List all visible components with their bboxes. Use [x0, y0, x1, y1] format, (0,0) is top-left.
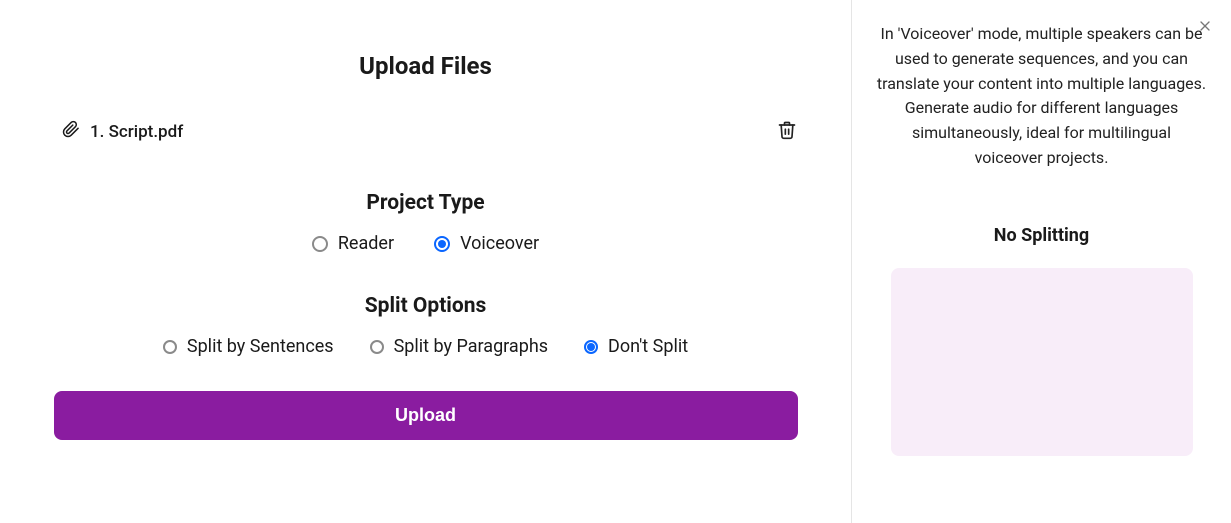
- delete-file-button[interactable]: [773, 116, 801, 147]
- file-row: 1. Script.pdf: [24, 116, 827, 147]
- radio-icon: [370, 340, 384, 354]
- radio-label: Don't Split: [608, 336, 688, 357]
- voiceover-info-text: In 'Voiceover' mode, multiple speakers c…: [872, 22, 1211, 171]
- radio-option-reader[interactable]: Reader: [312, 233, 394, 254]
- file-label: 1. Script.pdf: [90, 122, 183, 142]
- main-panel: Upload Files 1. Script.pdf Project Type …: [0, 0, 851, 523]
- split-options-heading: Split Options: [24, 294, 827, 318]
- radio-icon: [434, 236, 450, 252]
- radio-option-voiceover[interactable]: Voiceover: [434, 233, 539, 254]
- close-sidebar-button[interactable]: [1193, 14, 1217, 41]
- close-icon: [1197, 22, 1213, 37]
- info-sidebar: In 'Voiceover' mode, multiple speakers c…: [851, 0, 1231, 523]
- radio-label: Reader: [338, 233, 394, 254]
- project-type-heading: Project Type: [24, 191, 827, 215]
- radio-icon: [312, 236, 328, 252]
- trash-icon: [777, 120, 797, 143]
- radio-icon: [163, 340, 177, 354]
- page-title: Upload Files: [24, 52, 827, 80]
- upload-button[interactable]: Upload: [54, 391, 798, 440]
- radio-option-split-sentences[interactable]: Split by Sentences: [163, 336, 334, 357]
- no-splitting-heading: No Splitting: [872, 225, 1211, 246]
- radio-label: Voiceover: [460, 233, 539, 254]
- radio-option-split-paragraphs[interactable]: Split by Paragraphs: [370, 336, 548, 357]
- no-splitting-preview: [891, 268, 1193, 456]
- radio-icon: [584, 340, 598, 354]
- radio-option-dont-split[interactable]: Don't Split: [584, 336, 688, 357]
- radio-label: Split by Paragraphs: [394, 336, 548, 357]
- project-type-group: Reader Voiceover: [24, 233, 827, 254]
- file-item: 1. Script.pdf: [62, 120, 183, 143]
- paperclip-icon: [62, 120, 80, 143]
- radio-label: Split by Sentences: [187, 336, 334, 357]
- split-options-group: Split by Sentences Split by Paragraphs D…: [24, 336, 827, 357]
